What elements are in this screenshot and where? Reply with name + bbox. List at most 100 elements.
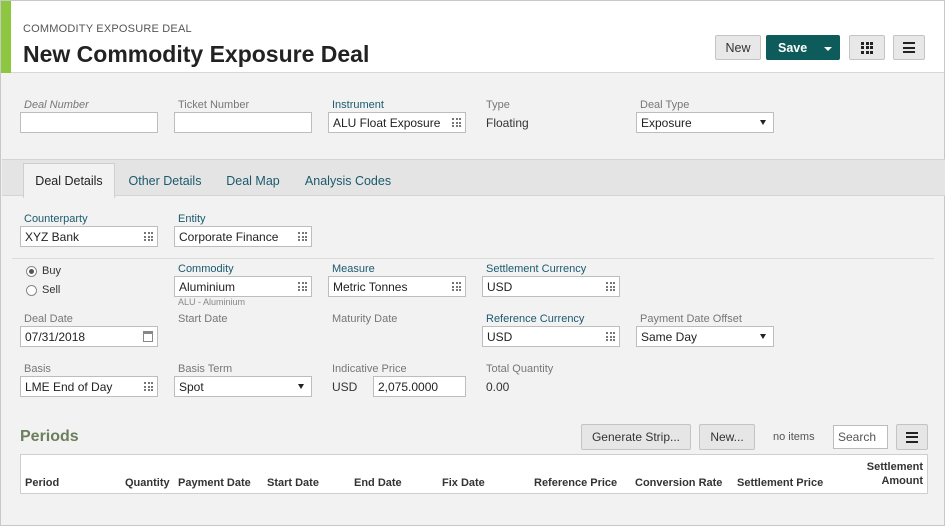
commodity-field[interactable]: Aluminium <box>174 276 312 297</box>
reference-currency-label: Reference Currency <box>486 313 585 325</box>
ticket-number-label: Ticket Number <box>178 99 250 111</box>
tab-other-details[interactable]: Other Details <box>122 164 208 197</box>
grid-icon <box>861 41 873 54</box>
column-header-reference-price[interactable]: Reference Price <box>534 477 617 489</box>
lookup-icon[interactable] <box>606 282 615 291</box>
chevron-down-icon <box>298 384 304 389</box>
settlement-currency-field[interactable]: USD <box>482 276 620 297</box>
generate-strip-button[interactable]: Generate Strip... <box>581 424 691 450</box>
payment-date-offset-label: Payment Date Offset <box>640 313 742 325</box>
hamburger-icon <box>903 42 915 53</box>
settlement-amount-line1: Settlement <box>866 461 923 473</box>
counterparty-value: XYZ Bank <box>25 229 80 244</box>
tab-analysis-codes[interactable]: Analysis Codes <box>298 164 398 197</box>
total-quantity-value: 0.00 <box>486 380 510 394</box>
basis-term-value: Spot <box>179 379 204 394</box>
lookup-icon[interactable] <box>298 282 307 291</box>
deal-type-select[interactable]: Exposure <box>636 112 774 133</box>
settlement-amount-line2: Amount <box>881 475 923 487</box>
total-quantity-label: Total Quantity <box>486 363 554 375</box>
basis-value: LME End of Day <box>25 379 113 394</box>
deal-type-label: Deal Type <box>640 99 690 111</box>
chevron-down-icon[interactable] <box>824 47 832 51</box>
measure-value: Metric Tonnes <box>333 279 408 294</box>
column-header-settlement-price[interactable]: Settlement Price <box>737 477 823 489</box>
deal-number-label: Deal Number <box>24 99 89 111</box>
basis-term-label: Basis Term <box>178 363 233 375</box>
page-title: New Commodity Exposure Deal <box>23 41 370 67</box>
entity-label: Entity <box>178 213 206 225</box>
lookup-icon[interactable] <box>144 382 153 391</box>
instrument-label: Instrument <box>332 99 384 111</box>
search-input[interactable]: Search <box>833 425 888 449</box>
column-header-payment-date[interactable]: Payment Date <box>178 477 251 489</box>
deal-date-value: 07/31/2018 <box>25 329 86 344</box>
periods-table: Period Quantity Payment Date Start Date … <box>20 454 928 494</box>
new-button[interactable]: New <box>715 35 761 60</box>
entity-value: Corporate Finance <box>179 229 279 244</box>
column-header-start-date[interactable]: Start Date <box>267 477 319 489</box>
tab-deal-map[interactable]: Deal Map <box>218 164 288 197</box>
hamburger-icon <box>906 431 918 443</box>
calendar-icon[interactable] <box>143 331 153 342</box>
entity-field[interactable]: Corporate Finance <box>174 226 312 247</box>
counterparty-field[interactable]: XYZ Bank <box>20 226 158 247</box>
deal-date-label: Deal Date <box>24 313 73 325</box>
lookup-icon[interactable] <box>606 332 615 341</box>
commodity-note: ALU - Aluminium <box>178 297 246 307</box>
tab-bar: Deal Details Other Details Deal Map Anal… <box>2 159 945 198</box>
tab-deal-details[interactable]: Deal Details <box>23 163 115 198</box>
basis-term-select[interactable]: Spot <box>174 376 312 397</box>
payment-date-offset-select[interactable]: Same Day <box>636 326 774 347</box>
ticket-number-field[interactable] <box>174 112 312 133</box>
instrument-value: ALU Float Exposure <box>333 115 441 130</box>
reference-currency-value: USD <box>487 329 513 344</box>
save-button-label: Save <box>778 40 808 55</box>
basis-field[interactable]: LME End of Day <box>20 376 158 397</box>
column-header-quantity[interactable]: Quantity <box>125 477 170 489</box>
deal-number-field[interactable] <box>20 112 158 133</box>
breadcrumb[interactable]: COMMODITY EXPOSURE DEAL <box>23 23 192 35</box>
indicative-price-field[interactable]: 2,075.0000 <box>373 376 466 397</box>
instrument-field[interactable]: ALU Float Exposure <box>328 112 466 133</box>
lookup-icon[interactable] <box>144 232 153 241</box>
sell-radio[interactable] <box>26 285 37 296</box>
sell-label: Sell <box>42 284 61 296</box>
column-header-settlement-amount[interactable]: Settlement Amount <box>867 461 923 487</box>
maturity-date-label: Maturity Date <box>332 313 398 325</box>
buy-radio[interactable] <box>26 266 37 277</box>
indicative-price-currency: USD <box>332 380 358 394</box>
buy-label: Buy <box>42 265 61 277</box>
accent-bar <box>1 1 11 73</box>
start-date-label: Start Date <box>178 313 228 325</box>
commodity-label: Commodity <box>178 263 234 275</box>
lookup-icon[interactable] <box>452 282 461 291</box>
deal-type-value: Exposure <box>641 115 692 130</box>
save-button[interactable]: Save <box>766 35 840 60</box>
measure-label: Measure <box>332 263 375 275</box>
lookup-icon[interactable] <box>298 232 307 241</box>
measure-field[interactable]: Metric Tonnes <box>328 276 466 297</box>
new-period-button[interactable]: New... <box>699 424 755 450</box>
payment-date-offset-value: Same Day <box>641 329 698 344</box>
periods-menu-button[interactable] <box>896 424 928 450</box>
settlement-currency-label: Settlement Currency <box>486 263 587 275</box>
menu-button[interactable] <box>893 35 925 60</box>
reference-currency-field[interactable]: USD <box>482 326 620 347</box>
column-header-period[interactable]: Period <box>25 477 59 489</box>
deal-date-field[interactable]: 07/31/2018 <box>20 326 158 347</box>
items-count: no items <box>773 431 815 443</box>
commodity-value: Aluminium <box>179 279 236 294</box>
periods-title: Periods <box>20 428 79 445</box>
page-header: COMMODITY EXPOSURE DEAL New Commodity Ex… <box>1 1 944 73</box>
basis-label: Basis <box>24 363 51 375</box>
settlement-currency-value: USD <box>487 279 513 294</box>
lookup-icon[interactable] <box>452 118 461 127</box>
type-value: Floating <box>486 116 529 130</box>
chevron-down-icon <box>760 334 766 339</box>
grid-view-button[interactable] <box>849 35 885 60</box>
column-header-conversion-rate[interactable]: Conversion Rate <box>635 477 722 489</box>
column-header-fix-date[interactable]: Fix Date <box>442 477 485 489</box>
divider <box>12 258 934 259</box>
column-header-end-date[interactable]: End Date <box>354 477 402 489</box>
